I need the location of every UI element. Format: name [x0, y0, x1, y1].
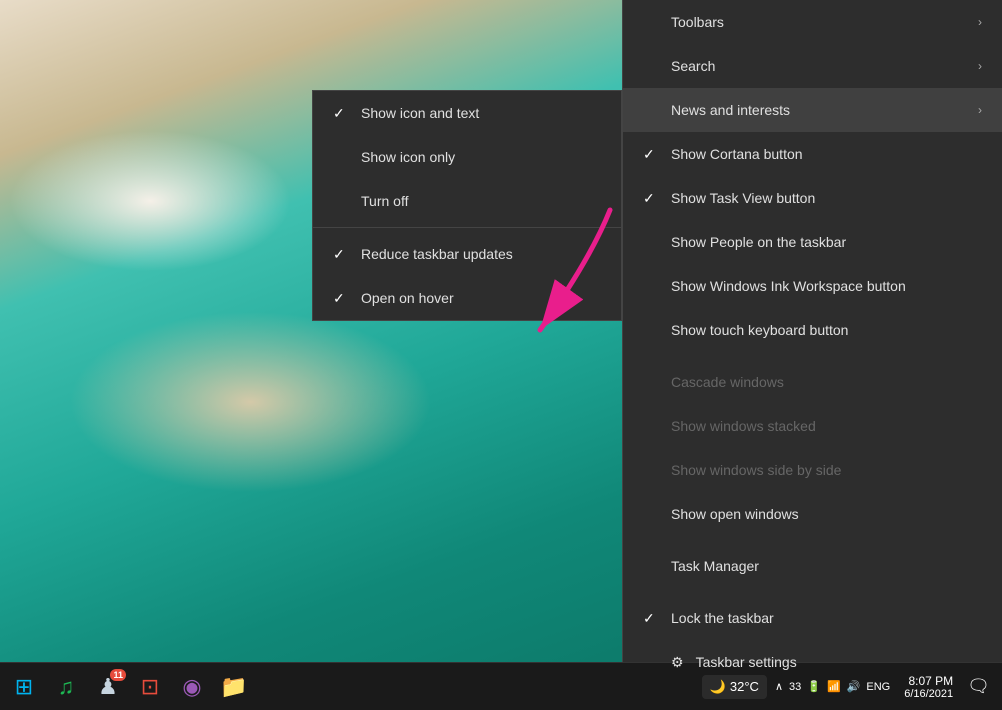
check-taskview: ✓ — [643, 190, 663, 207]
taskbar-icon-files[interactable]: 📁 — [214, 667, 254, 707]
menu-item-sidebyside: Show windows side by side — [623, 448, 1002, 492]
taskbar-icon-spotify[interactable]: ♫ — [46, 667, 86, 707]
arrow-news: › — [978, 103, 982, 117]
desktop: Toolbars›Search›News and interests›✓Show… — [0, 0, 1002, 710]
submenu-label-reduce-updates: Reduce taskbar updates — [361, 246, 513, 262]
check-cortana: ✓ — [643, 146, 663, 163]
submenu-check-show-icon-text: ✓ — [333, 105, 353, 122]
label-openwindows: Show open windows — [671, 506, 982, 522]
submenu-check-open-hover: ✓ — [333, 290, 353, 307]
taskbar-icon-rdp[interactable]: ⊡ — [130, 667, 170, 707]
menu-item-stacked: Show windows stacked — [623, 404, 1002, 448]
menu-item-taskmanager[interactable]: Task Manager — [623, 544, 1002, 588]
arrow-search: › — [978, 59, 982, 73]
submenu-label-open-hover: Open on hover — [361, 290, 454, 306]
taskbar-icon-steam[interactable]: ♟ — [88, 667, 128, 707]
menu-item-search[interactable]: Search› — [623, 44, 1002, 88]
check-locktaskbar: ✓ — [643, 610, 663, 627]
submenu-label-show-icon-only: Show icon only — [361, 149, 455, 165]
label-people: Show People on the taskbar — [671, 234, 982, 250]
menu-item-cascade: Cascade windows — [623, 360, 1002, 404]
label-cortana: Show Cortana button — [671, 146, 982, 162]
menu-item-cortana[interactable]: ✓ Show Cortana button — [623, 132, 1002, 176]
submenu-item-show-icon-text[interactable]: ✓ Show icon and text — [313, 91, 621, 135]
taskbar-icon-store[interactable]: ⊞ — [4, 667, 44, 707]
menu-item-keyboard[interactable]: Show touch keyboard button — [623, 308, 1002, 352]
taskbar-app-icons: ⊞♫♟⊡◉📁 — [0, 667, 258, 707]
label-search: Search — [671, 58, 978, 74]
submenu-item-show-icon-only[interactable]: Show icon only — [313, 135, 621, 179]
label-taskmanager: Task Manager — [671, 558, 982, 574]
clock-date: 6/16/2021 — [904, 688, 953, 700]
menu-item-locktaskbar[interactable]: ✓ Lock the taskbar — [623, 596, 1002, 640]
label-taskview: Show Task View button — [671, 190, 982, 206]
label-stacked: Show windows stacked — [671, 418, 982, 434]
label-toolbars: Toolbars — [671, 14, 978, 30]
submenu-news: ✓ Show icon and text Show icon only Turn of… — [312, 90, 622, 321]
submenu-item-reduce-updates[interactable]: ✓ Reduce taskbar updates — [313, 232, 621, 276]
submenu-item-turn-off[interactable]: Turn off — [313, 179, 621, 223]
submenu-divider-reduce-updates — [313, 227, 621, 228]
label-ink: Show Windows Ink Workspace button — [671, 278, 982, 294]
label-taskbarsettings: Taskbar settings — [696, 654, 982, 670]
label-news: News and interests — [671, 102, 978, 118]
label-sidebyside: Show windows side by side — [671, 462, 982, 478]
label-keyboard: Show touch keyboard button — [671, 322, 982, 338]
menu-item-taskbarsettings[interactable]: ⚙ Taskbar settings — [623, 640, 1002, 684]
menu-item-toolbars[interactable]: Toolbars› — [623, 0, 1002, 44]
submenu-label-turn-off: Turn off — [361, 193, 408, 209]
menu-item-taskview[interactable]: ✓ Show Task View button — [623, 176, 1002, 220]
taskbar-icon-browser[interactable]: ◉ — [172, 667, 212, 707]
menu-item-news[interactable]: News and interests› — [623, 88, 1002, 132]
menu-item-ink[interactable]: Show Windows Ink Workspace button — [623, 264, 1002, 308]
context-menu-main: Toolbars›Search›News and interests›✓Show… — [622, 0, 1002, 662]
submenu-label-show-icon-text: Show icon and text — [361, 105, 479, 121]
label-cascade: Cascade windows — [671, 374, 982, 390]
label-locktaskbar: Lock the taskbar — [671, 610, 982, 626]
menu-item-openwindows[interactable]: Show open windows — [623, 492, 1002, 536]
arrow-toolbars: › — [978, 15, 982, 29]
submenu-item-open-hover[interactable]: ✓ Open on hover — [313, 276, 621, 320]
gear-icon: ⚙ — [671, 654, 684, 671]
submenu-check-reduce-updates: ✓ — [333, 246, 353, 263]
menu-item-people[interactable]: Show People on the taskbar — [623, 220, 1002, 264]
